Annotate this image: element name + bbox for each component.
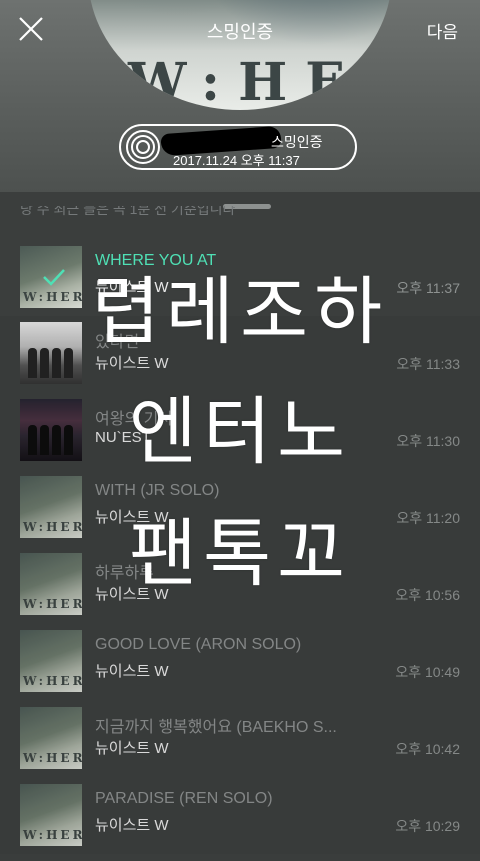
play-time: 오후 10:49 — [395, 664, 460, 680]
badge-label: 스밍인증 — [271, 134, 323, 150]
list-item[interactable]: W:HERE 지금까지 행복했어요 (BAEKHO S... 뉴이스트 W 오후… — [0, 707, 480, 784]
next-button[interactable]: 다음 — [427, 18, 458, 43]
thumb-text: W:HERE — [23, 751, 82, 765]
album-art-text: W:HERE — [128, 52, 392, 110]
song-artist: 뉴이스트 W — [95, 663, 169, 680]
play-time: 오후 10:42 — [395, 741, 460, 757]
song-artist: 뉴이스트 W — [95, 740, 169, 757]
record-icon — [126, 130, 160, 164]
song-title: PARADISE (REN SOLO) — [95, 790, 273, 807]
song-artist: 뉴이스트 W — [95, 817, 169, 834]
album-art: W:HERE — [88, 0, 392, 110]
song-title: 지금까지 행복했어요 (BAEKHO S... — [95, 719, 337, 736]
overlay-text-line-1: 렵레조하 — [91, 269, 389, 355]
album-thumbnail: W:HERE — [20, 784, 82, 846]
album-thumbnail: W:HERE — [20, 630, 82, 692]
thumb-text: W:HERE — [23, 674, 82, 688]
album-thumbnail: W:HERE — [20, 707, 82, 769]
partial-header-text: 당 수 최근 들은 곡 1분 전 기준입니다 — [20, 206, 236, 217]
page-title: 스밍인증 — [206, 22, 274, 42]
overlay-text-line-2: 엔터노 — [128, 389, 352, 475]
list-item[interactable]: W:HERE PARADISE (REN SOLO) 뉴이스트 W 오후 10:… — [0, 784, 480, 861]
header: W:HERE 스밍인증 다음 스밍인증 2017.11.24 오후 11:37 — [0, 0, 480, 192]
play-time: 오후 10:29 — [395, 818, 460, 834]
streaming-verification-badge: 스밍인증 2017.11.24 오후 11:37 — [119, 124, 357, 170]
song-title: GOOD LOVE (ARON SOLO) — [95, 636, 302, 653]
thumb-text: W:HERE — [23, 828, 82, 842]
badge-timestamp: 2017.11.24 오후 11:37 — [173, 153, 300, 168]
overlay-text-line-3: 팬톡꼬 — [128, 511, 352, 597]
list-item[interactable]: W:HERE GOOD LOVE (ARON SOLO) 뉴이스트 W 오후 1… — [0, 630, 480, 707]
